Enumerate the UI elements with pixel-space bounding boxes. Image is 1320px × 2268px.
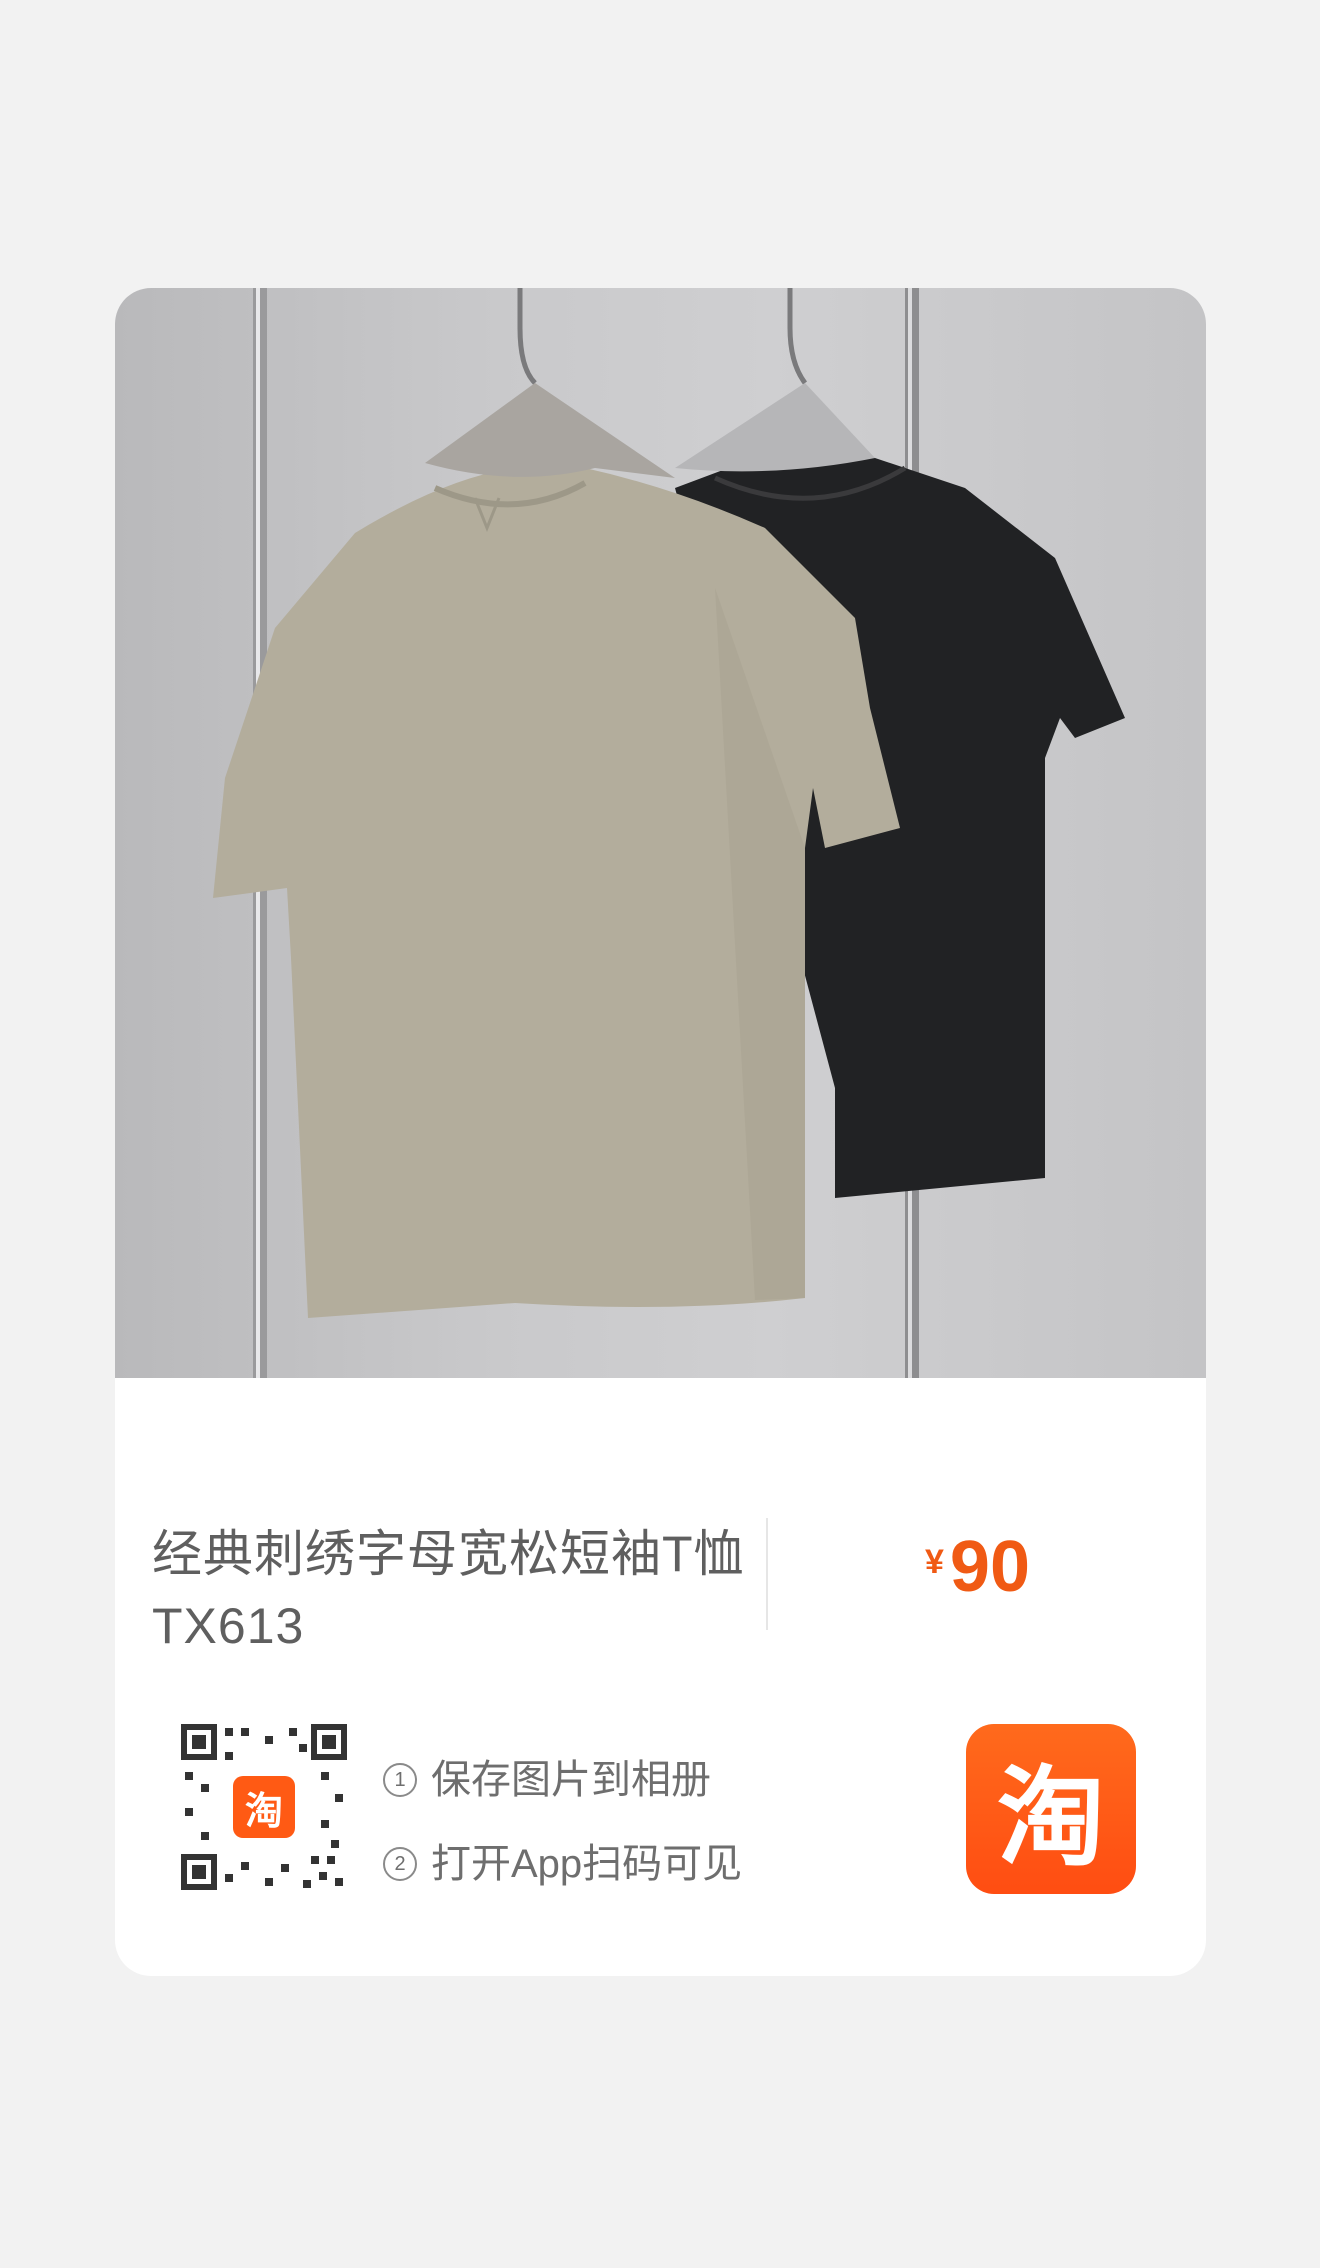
instruction-step-1: 1 保存图片到相册 bbox=[383, 1738, 742, 1822]
step-text-1: 保存图片到相册 bbox=[431, 1758, 711, 1802]
product-photo bbox=[115, 288, 1206, 1378]
product-title: 经典刺绣字母宽松短袖T恤 TX613 bbox=[152, 1518, 752, 1662]
divider bbox=[766, 1518, 768, 1630]
qr-badge-logo: 淘 bbox=[244, 1790, 283, 1833]
qr-code-icon[interactable]: 淘 bbox=[181, 1724, 347, 1890]
price-currency: ¥ bbox=[925, 1543, 944, 1581]
price-value: 90 bbox=[949, 1527, 1031, 1607]
step-number-2: 2 bbox=[383, 1847, 417, 1881]
instruction-step-2: 2 打开App扫码可见 bbox=[383, 1822, 742, 1906]
product-title-line1: 经典刺绣字母宽松短袖T恤 bbox=[152, 1526, 745, 1582]
step-text-2: 打开App扫码可见 bbox=[431, 1842, 743, 1886]
product-price: ¥90 bbox=[925, 1526, 1030, 1608]
tshirts-on-rack-image bbox=[213, 288, 1125, 1378]
taobao-logo-icon[interactable]: 淘 bbox=[966, 1724, 1136, 1894]
product-title-line2: TX613 bbox=[152, 1598, 305, 1654]
product-share-card: 经典刺绣字母宽松短袖T恤 TX613 ¥90 淘 1 保存图片到相册 2 打开A… bbox=[115, 288, 1206, 1976]
product-info: 经典刺绣字母宽松短袖T恤 TX613 ¥90 淘 1 保存图片到相册 2 打开A… bbox=[115, 1378, 1206, 1976]
scan-instructions: 1 保存图片到相册 2 打开App扫码可见 bbox=[383, 1738, 742, 1906]
step-number-1: 1 bbox=[383, 1763, 417, 1797]
